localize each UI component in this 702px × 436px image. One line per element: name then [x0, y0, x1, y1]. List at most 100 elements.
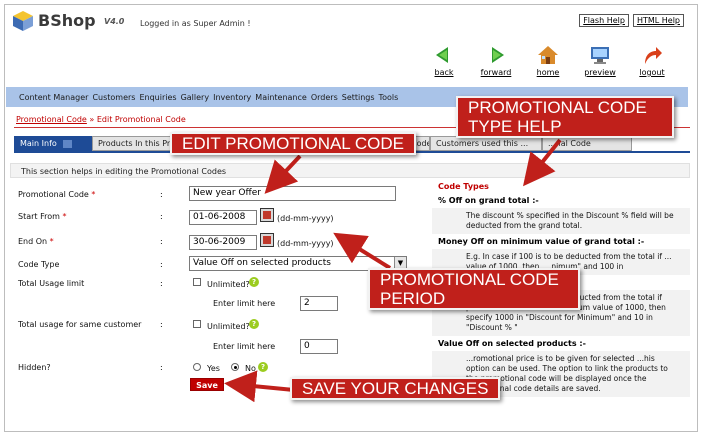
- menu-item-tools[interactable]: Tools: [379, 93, 399, 102]
- start-from-label-text: Start From: [18, 212, 60, 221]
- logout-arrow-icon: [645, 47, 662, 64]
- callout-edit-promotional-code: EDIT PROMOTIONAL CODE: [170, 132, 416, 155]
- unlimited-checkbox[interactable]: [193, 320, 201, 328]
- code-type-value: Value Off on selected products: [193, 258, 331, 268]
- breadcrumb-separator: »: [89, 115, 95, 124]
- menu-item-orders[interactable]: Orders: [311, 93, 338, 102]
- tab-dropdown-icon: [62, 139, 72, 148]
- back-arrow-icon: [436, 47, 448, 63]
- menu-item-maintenance[interactable]: Maintenance: [255, 93, 307, 102]
- yes-label: Yes: [207, 364, 220, 373]
- app-name: BShop: [38, 11, 96, 30]
- help-title: Code Types: [438, 182, 489, 191]
- callout-type-help: PROMOTIONAL CODE TYPE HELP: [456, 96, 674, 138]
- home-button[interactable]: home: [522, 44, 574, 77]
- unlimited-label: Unlimited?: [207, 280, 250, 289]
- colon: :: [160, 190, 163, 199]
- help-question-icon[interactable]: ?: [249, 319, 259, 329]
- end-on-label: End On *: [18, 237, 54, 246]
- start-from-label: Start From *: [18, 212, 66, 221]
- section-help-text: This section helps in editing the Promot…: [10, 163, 690, 178]
- html-help-link[interactable]: HTML Help: [632, 14, 684, 27]
- app-version: V4.0: [104, 17, 125, 26]
- unlimited-label: Unlimited?: [207, 322, 250, 331]
- hidden-yes-radio[interactable]: [193, 363, 201, 371]
- breadcrumb-current: Edit Promotional Code: [96, 115, 186, 124]
- breadcrumb: Promotional Code » Edit Promotional Code: [16, 115, 186, 124]
- end-on-label-text: End On: [18, 237, 48, 246]
- code-type-label: Code Type: [18, 260, 60, 269]
- help-links: Flash Help HTML Help: [579, 14, 684, 27]
- customer-usage-label: Total usage for same customer: [18, 320, 142, 329]
- hidden-label: Hidden?: [18, 363, 51, 372]
- nav-toolbar: back forward home preview logout: [418, 44, 678, 77]
- back-button[interactable]: back: [418, 44, 470, 77]
- enter-limit-label: Enter limit here: [213, 342, 276, 351]
- tab-customers-used[interactable]: Customers used this ...: [430, 136, 542, 151]
- help-heading: Value Off on selected products :-: [438, 339, 586, 348]
- colon: :: [160, 260, 163, 269]
- preview-button[interactable]: preview: [574, 44, 626, 77]
- hidden-no-radio[interactable]: [231, 363, 239, 371]
- save-button[interactable]: Save: [190, 378, 224, 391]
- tab-products-label: Products In this Pr: [98, 139, 171, 148]
- promo-code-input[interactable]: New year Offer: [189, 186, 396, 201]
- callout-period-line2: PERIOD: [380, 289, 446, 308]
- calendar-icon[interactable]: [260, 208, 274, 222]
- tab-main-info-label: Main Info: [20, 139, 57, 148]
- date-format-hint: (dd-mm-yyyy): [277, 239, 334, 248]
- forward-label: forward: [480, 68, 512, 77]
- colon: :: [160, 363, 163, 372]
- calendar-icon[interactable]: [260, 233, 274, 247]
- callout-save-changes: SAVE YOUR CHANGES: [290, 377, 501, 400]
- callout-type-help-line1: PROMOTIONAL CODE: [468, 98, 647, 117]
- start-date-input[interactable]: 01-06-2008: [189, 210, 257, 225]
- colon: :: [160, 212, 163, 221]
- tab-promotional-code-label: ...nal Code: [548, 139, 591, 148]
- bshop-logo-icon: [12, 10, 34, 32]
- no-label: No: [245, 364, 256, 373]
- help-question-icon[interactable]: ?: [258, 362, 268, 372]
- unlimited-checkbox[interactable]: [193, 278, 201, 286]
- tab-main-info[interactable]: Main Info: [14, 136, 92, 151]
- preview-label: preview: [584, 68, 616, 77]
- forward-button[interactable]: forward: [470, 44, 522, 77]
- customer-usage-input[interactable]: 0: [300, 339, 338, 354]
- colon: :: [160, 237, 163, 246]
- tab-promotional-code[interactable]: ...nal Code: [542, 136, 632, 151]
- callout-period-line1: PROMOTIONAL CODE: [380, 270, 559, 289]
- total-usage-input[interactable]: 2: [300, 296, 338, 311]
- breadcrumb-link-promotional-code[interactable]: Promotional Code: [16, 115, 87, 124]
- end-date-input[interactable]: 30-06-2009: [189, 235, 257, 250]
- flash-help-link[interactable]: Flash Help: [579, 14, 629, 27]
- menu-item-settings[interactable]: Settings: [342, 93, 375, 102]
- logged-in-status: Logged in as Super Admin !: [140, 19, 251, 28]
- enter-limit-label: Enter limit here: [213, 299, 276, 308]
- menu-item-enquiries[interactable]: Enquiries: [139, 93, 176, 102]
- forward-arrow-icon: [492, 47, 504, 63]
- logout-label: logout: [639, 68, 665, 77]
- menu-item-content-manager[interactable]: Content Manager: [19, 93, 88, 102]
- monitor-icon: [591, 47, 609, 64]
- back-label: back: [434, 68, 454, 77]
- menu-item-customers[interactable]: Customers: [92, 93, 135, 102]
- date-format-hint: (dd-mm-yyyy): [277, 214, 334, 223]
- home-label: home: [536, 68, 560, 77]
- help-question-icon[interactable]: ?: [249, 277, 259, 287]
- required-mark: *: [62, 212, 67, 221]
- required-mark: *: [91, 190, 96, 199]
- colon: :: [160, 279, 163, 288]
- help-heading: % Off on grand total :-: [438, 196, 539, 205]
- colon: :: [160, 320, 163, 329]
- required-mark: *: [49, 237, 54, 246]
- promo-code-label: Promotional Code *: [18, 190, 95, 199]
- menu-item-gallery[interactable]: Gallery: [181, 93, 210, 102]
- logout-button[interactable]: logout: [626, 44, 678, 77]
- tab-products[interactable]: Products In this Pr: [92, 136, 182, 151]
- total-usage-label: Total Usage limit: [18, 279, 85, 288]
- menu-item-inventory[interactable]: Inventory: [213, 93, 251, 102]
- tab-customers-used-label: Customers used this ...: [436, 139, 529, 148]
- promo-code-label-text: Promotional Code: [18, 190, 89, 199]
- callout-period: PROMOTIONAL CODE PERIOD: [368, 268, 580, 310]
- help-heading: Money Off on minimum value of grand tota…: [438, 237, 645, 246]
